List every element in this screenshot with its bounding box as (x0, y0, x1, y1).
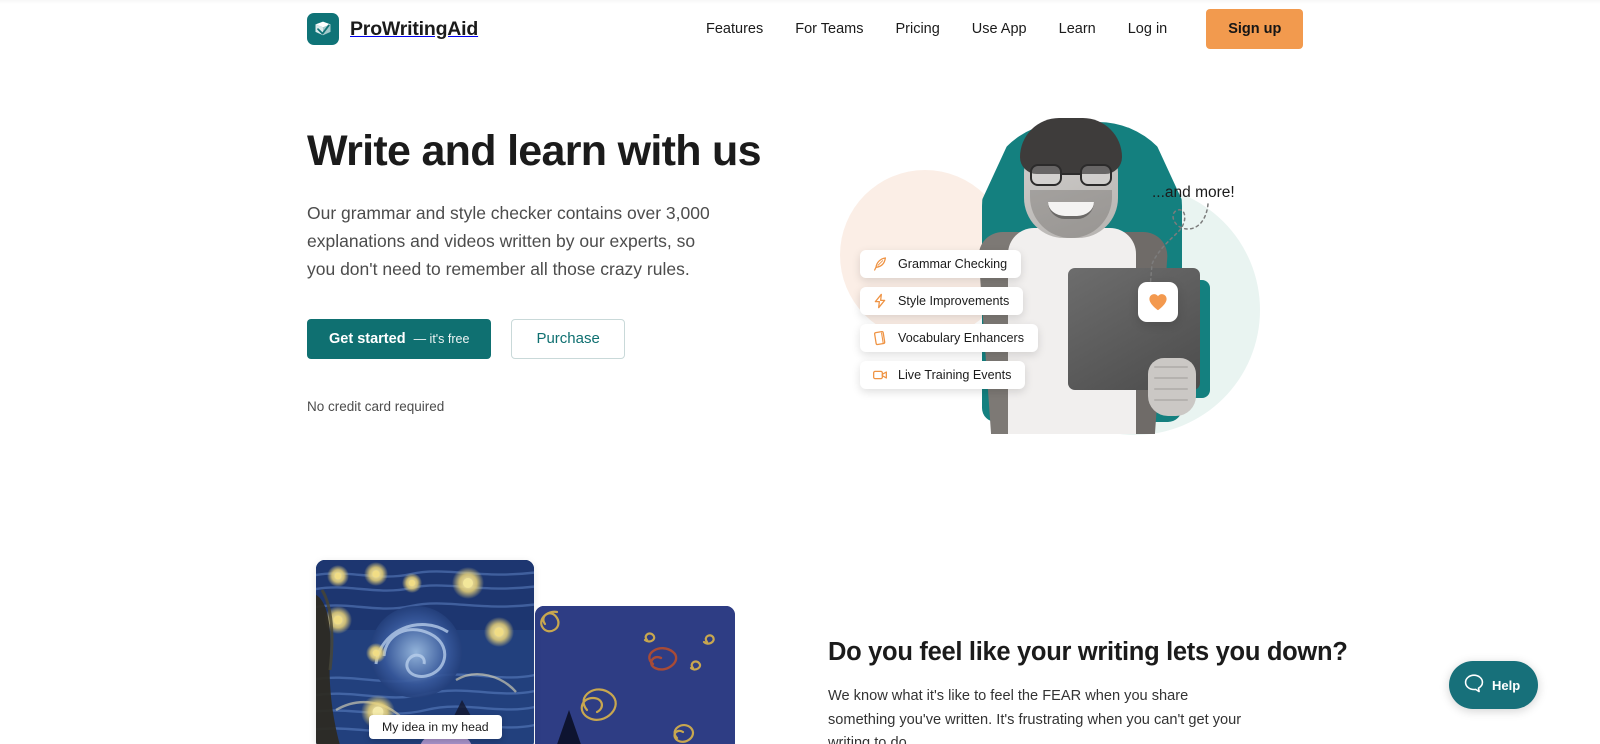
chip-grammar-checking[interactable]: Grammar Checking (860, 250, 1022, 278)
lightning-bolt-icon (871, 293, 888, 310)
brand-logo-link[interactable]: ProWritingAid (307, 13, 478, 45)
chip-vocabulary-enhancers[interactable]: Vocabulary Enhancers (860, 324, 1039, 352)
hero-title: Write and learn with us (307, 127, 761, 175)
nav-item-for-teams[interactable]: For Teams (779, 0, 879, 58)
chip-label: Live Training Events (898, 368, 1012, 382)
painting-caption-pill: My idea in my head (369, 715, 502, 739)
nav-item-use-app[interactable]: Use App (956, 0, 1043, 58)
help-widget-button[interactable]: Help (1449, 661, 1538, 709)
simple-drawing-card (535, 606, 735, 744)
lower-section-title: Do you feel like your writing lets you d… (828, 638, 1348, 666)
lower-section: My idea in my head Do you feel like your… (0, 530, 1600, 744)
no-credit-card-note: No credit card required (307, 398, 445, 414)
video-camera-icon (871, 367, 888, 384)
dotted-arrow-decoration (1149, 203, 1209, 289)
get-started-label: Get started (329, 330, 406, 347)
get-started-button[interactable]: Get started — it's free (307, 318, 492, 359)
chip-label: Vocabulary Enhancers (898, 331, 1025, 345)
site-header: ProWritingAid Features For Teams Pricing… (0, 0, 1600, 58)
hero-illustration: ...and more! Grammar Checking Style Impr… (830, 110, 1310, 440)
chip-style-improvements[interactable]: Style Improvements (860, 287, 1024, 315)
chip-label: Style Improvements (898, 294, 1010, 308)
sign-up-button[interactable]: Sign up (1206, 9, 1304, 49)
lower-copy: Do you feel like your writing lets you d… (828, 638, 1348, 744)
nav-item-pricing[interactable]: Pricing (879, 0, 955, 58)
chip-label: Grammar Checking (898, 257, 1008, 271)
purchase-button[interactable]: Purchase (511, 318, 625, 359)
nav-item-log-in[interactable]: Log in (1112, 0, 1184, 58)
simple-drawing-image (535, 606, 735, 744)
hero-copy: Write and learn with us Our grammar and … (307, 126, 761, 414)
artwork-comparison: My idea in my head (307, 560, 747, 744)
hero-section: Write and learn with us Our grammar and … (0, 0, 1600, 530)
nav-item-learn[interactable]: Learn (1043, 0, 1112, 58)
prowritingaid-logo-icon (307, 13, 339, 45)
glasses-icon (1030, 164, 1112, 186)
hero-subtitle: Our grammar and style checker contains o… (307, 202, 710, 280)
feather-pen-icon (871, 256, 888, 273)
chip-live-training-events[interactable]: Live Training Events (860, 361, 1026, 389)
and-more-label: ...and more! (1152, 184, 1235, 201)
lower-section-body: We know what it's like to feel the FEAR … (828, 688, 1242, 744)
hero-cta-group: Get started — it's free Purchase (307, 318, 747, 359)
heart-icon (1149, 294, 1167, 311)
heart-badge (1138, 282, 1178, 322)
chat-bubble-icon (1463, 672, 1485, 699)
help-label: Help (1492, 677, 1521, 693)
hand (1148, 358, 1196, 416)
nav-item-features[interactable]: Features (690, 0, 779, 58)
book-card-icon (871, 330, 888, 347)
feature-chip-list: Grammar Checking Style Improvements Voca… (860, 250, 1039, 398)
page-root: ProWritingAid Features For Teams Pricing… (0, 0, 1600, 744)
page-top-edge (0, 0, 1600, 4)
main-navigation: Features For Teams Pricing Use App Learn… (690, 0, 1304, 58)
brand-name: ProWritingAid (350, 17, 479, 40)
get-started-sublabel: — it's free (413, 331, 470, 346)
